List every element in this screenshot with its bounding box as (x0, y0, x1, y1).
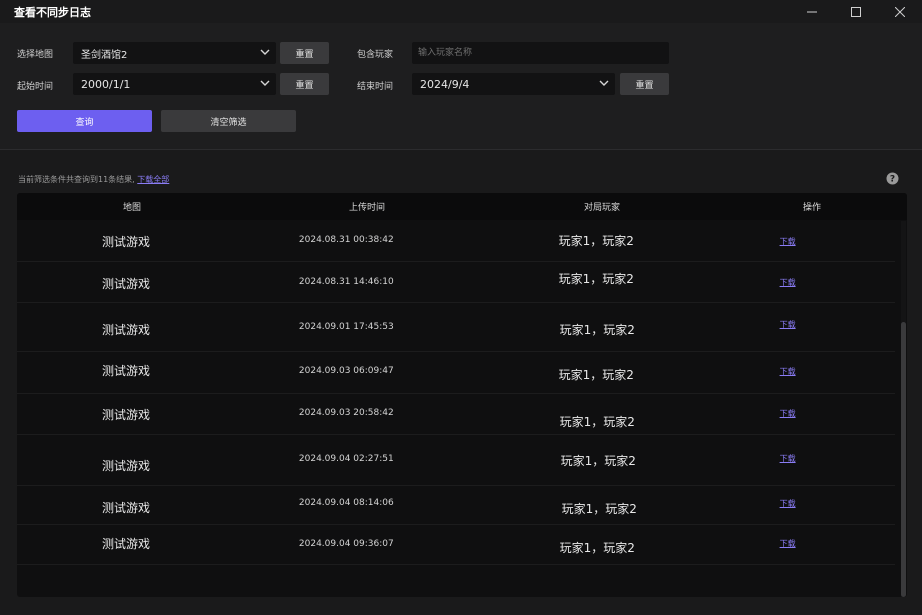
filter-panel: 选择地图 圣剑酒馆2 重置 包含玩家 起始时间 2000/1/1 重置 结束时间… (0, 23, 922, 150)
cell-map: 测试游戏 (102, 501, 151, 515)
chevron-down-icon (260, 80, 270, 86)
query-button[interactable]: 查询 (17, 110, 152, 132)
download-link[interactable]: 下载 (780, 453, 796, 464)
svg-text:?: ? (890, 175, 895, 185)
table-row: 测试游戏 2024.09.03 20:58:42 玩家1，玩家2 下载 (17, 394, 895, 435)
download-link[interactable]: 下载 (780, 498, 796, 509)
cell-upload-time: 2024.09.04 02:27:51 (298, 454, 394, 464)
header-actions: 操作 (802, 203, 821, 213)
end-time-reset-button[interactable]: 重置 (620, 73, 669, 95)
title-bar: 查看不同步日志 (0, 0, 922, 23)
cell-upload-time: 2024.09.04 09:36:07 (298, 539, 394, 549)
start-time-label: 起始时间 (17, 82, 54, 92)
chevron-down-icon (260, 49, 270, 55)
table-header: 地图 上传时间 对局玩家 操作 (17, 193, 907, 220)
result-summary: 当前筛选条件共查询到11条结果, 下载全部 (18, 174, 169, 185)
start-time-select[interactable]: 2000/1/1 (73, 73, 276, 95)
end-time-label: 结束时间 (357, 82, 394, 92)
cell-players: 玩家1，玩家2 (560, 454, 636, 468)
clear-filters-button[interactable]: 清空筛选 (161, 110, 296, 132)
window-title: 查看不同步日志 (14, 5, 91, 19)
cell-map: 测试游戏 (102, 277, 151, 291)
download-link[interactable]: 下载 (780, 408, 796, 419)
cell-upload-time: 2024.08.31 00:38:42 (298, 235, 394, 245)
chevron-down-icon (599, 80, 609, 86)
download-link[interactable]: 下载 (780, 366, 796, 377)
cell-players: 玩家1，玩家2 (558, 272, 634, 286)
start-time-value: 2000/1/1 (81, 77, 131, 91)
cell-players: 玩家1，玩家2 (559, 415, 635, 429)
cell-map: 测试游戏 (102, 235, 151, 249)
cell-map: 测试游戏 (102, 408, 151, 422)
start-time-reset-button[interactable]: 重置 (280, 73, 329, 95)
log-table: 地图 上传时间 对局玩家 操作 测试游戏 2024.08.31 00:38:42… (17, 193, 907, 597)
close-icon (895, 6, 905, 17)
maximize-button[interactable] (834, 0, 878, 23)
download-link[interactable]: 下载 (780, 236, 796, 247)
cell-players: 玩家1，玩家2 (559, 541, 635, 555)
end-time-select[interactable]: 2024/9/4 (412, 73, 615, 95)
minimize-button[interactable] (790, 0, 834, 23)
table-row: 测试游戏 2024.08.31 14:46:10 玩家1，玩家2 下载 (17, 262, 895, 303)
header-players: 对局玩家 (583, 203, 620, 213)
cell-upload-time: 2024.08.31 14:46:10 (298, 277, 394, 287)
maximize-icon (851, 6, 861, 17)
player-search-input[interactable] (412, 42, 669, 64)
download-link[interactable]: 下载 (780, 277, 796, 288)
download-link[interactable]: 下载 (780, 538, 796, 549)
window-controls (790, 0, 922, 23)
cell-map: 测试游戏 (102, 364, 151, 378)
table-row: 测试游戏 2024.09.04 08:14:06 玩家1，玩家2 下载 (17, 486, 895, 525)
end-time-value: 2024/9/4 (420, 77, 470, 91)
minimize-icon (807, 11, 817, 12)
map-select-value: 圣剑酒馆2 (81, 49, 128, 61)
table-row: 测试游戏 2024.09.04 09:36:07 玩家1，玩家2 下载 (17, 525, 895, 565)
cell-players: 玩家1，玩家2 (561, 502, 637, 516)
cell-players: 玩家1，玩家2 (559, 323, 635, 337)
table-row: 测试游戏 2024.09.04 02:27:51 玩家1，玩家2 下载 (17, 435, 895, 486)
cell-upload-time: 2024.09.01 17:45:53 (298, 322, 394, 332)
map-reset-button[interactable]: 重置 (280, 42, 329, 64)
header-upload-time: 上传时间 (348, 203, 385, 213)
cell-players: 玩家1，玩家2 (558, 234, 634, 248)
cell-upload-time: 2024.09.03 20:58:42 (298, 408, 394, 418)
result-summary-text: 当前筛选条件共查询到11条结果, (18, 175, 135, 184)
cell-upload-time: 2024.09.03 06:09:47 (298, 366, 394, 376)
player-label: 包含玩家 (357, 50, 394, 60)
download-all-link[interactable]: 下载全部 (137, 175, 169, 184)
help-icon[interactable]: ? (886, 172, 899, 185)
table-row: 测试游戏 2024.08.31 00:38:42 玩家1，玩家2 下载 (17, 220, 895, 262)
map-select[interactable]: 圣剑酒馆2 (73, 42, 276, 64)
cell-upload-time: 2024.09.04 08:14:06 (298, 498, 394, 508)
table-row: 测试游戏 2024.09.03 06:09:47 玩家1，玩家2 下载 (17, 352, 895, 394)
download-link[interactable]: 下载 (780, 319, 796, 330)
cell-map: 测试游戏 (102, 323, 151, 337)
table-row: 测试游戏 2024.09.01 17:45:53 玩家1，玩家2 下载 (17, 303, 895, 352)
cell-map: 测试游戏 (102, 537, 151, 551)
cell-map: 测试游戏 (102, 459, 151, 473)
map-label: 选择地图 (17, 50, 54, 60)
header-map: 地图 (122, 203, 141, 213)
cell-players: 玩家1，玩家2 (558, 368, 634, 382)
close-button[interactable] (878, 0, 922, 23)
scrollbar-thumb[interactable] (901, 322, 906, 597)
